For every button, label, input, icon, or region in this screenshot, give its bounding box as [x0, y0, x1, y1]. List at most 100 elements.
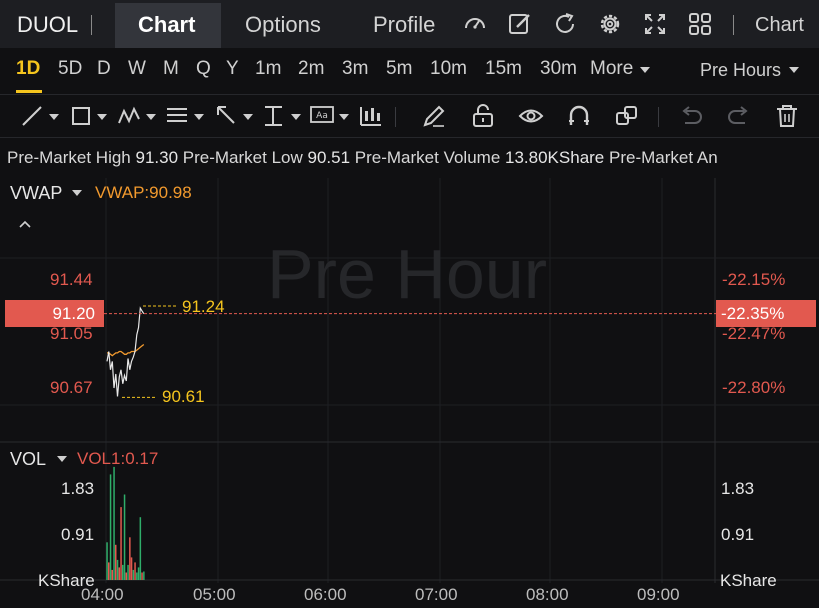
volume-bar: [120, 507, 122, 580]
divider: [658, 107, 659, 127]
price-lines: [106, 306, 145, 397]
text-tool-icon[interactable]: Aa: [309, 103, 353, 129]
layout-grid-icon[interactable]: [688, 12, 712, 36]
magnet-icon[interactable]: [566, 103, 592, 129]
price-tick-label: 91.05: [50, 324, 93, 343]
period-15m[interactable]: 15m: [485, 58, 522, 80]
volume-tick-label: 0.91: [61, 525, 95, 544]
active-period-underline: [16, 90, 42, 93]
session-selector[interactable]: Pre Hours: [700, 60, 781, 81]
vol-value: VOL1:0.17: [77, 449, 159, 468]
pre-market-high-label: Pre-Market High: [7, 148, 131, 167]
tab-options[interactable]: Options: [245, 0, 321, 48]
caret-down-icon[interactable]: [788, 66, 800, 74]
time-axis-label: 07:00: [415, 585, 458, 604]
current-price-badge: 91.20: [5, 300, 104, 327]
volume-bar: [113, 466, 115, 580]
percent-tick-label: -22.80%: [722, 378, 786, 397]
divider: [91, 15, 92, 35]
pre-market-volume-label: Pre-Market Volume: [354, 148, 501, 167]
current-percent-badge: -22.35%: [716, 300, 816, 327]
current-price-value: 91.20: [52, 304, 95, 323]
eye-icon[interactable]: [518, 103, 544, 129]
period-more[interactable]: More: [590, 58, 633, 80]
volume-bars: [106, 466, 145, 580]
refresh-icon[interactable]: [553, 12, 577, 36]
period-3m[interactable]: 3m: [342, 58, 368, 80]
volume-bar: [115, 544, 117, 580]
undo-icon[interactable]: [678, 103, 704, 129]
vol-indicator-label[interactable]: VOL: [10, 449, 46, 470]
pattern-tool-icon[interactable]: [118, 103, 162, 129]
volume-tick-label: 0.91: [721, 525, 755, 544]
pencil-icon[interactable]: [421, 103, 447, 129]
pre-market-volume-value: 13.80KShare: [505, 148, 605, 167]
rectangle-tool-icon[interactable]: [70, 103, 114, 129]
price-tick-label: 90.67: [50, 378, 93, 397]
pre-market-high-value: 91.30: [135, 148, 179, 167]
chart-mode-label[interactable]: Chart: [755, 0, 804, 48]
tab-profile[interactable]: Profile: [373, 0, 435, 48]
vwap-line: [107, 343, 145, 357]
time-axis-label: 08:00: [526, 585, 569, 604]
pre-market-more-label: Pre-Market An: [609, 148, 718, 167]
period-30m[interactable]: 30m: [540, 58, 577, 80]
vwap-indicator-label[interactable]: VWAP: [10, 183, 62, 204]
fibonacci-tool-icon[interactable]: [165, 103, 209, 129]
price-markers: [104, 305, 716, 398]
volume-tick-label: 1.83: [61, 479, 95, 498]
period-10m[interactable]: 10m: [430, 58, 467, 80]
copy-icon[interactable]: [614, 103, 640, 129]
volume-bar: [134, 562, 136, 580]
volume-bar: [109, 474, 112, 580]
volume-bar: [127, 564, 129, 580]
high-marker-label: 91.24: [182, 297, 225, 316]
vwap-value: VWAP:90.98: [95, 183, 192, 202]
arrow-tool-icon[interactable]: [214, 103, 258, 129]
period-1m[interactable]: 1m: [255, 58, 281, 80]
indicator-tool-icon[interactable]: [358, 103, 384, 129]
chevron-up-icon[interactable]: [18, 219, 32, 229]
caret-down-icon[interactable]: [71, 189, 83, 197]
ticker-symbol: DUOL: [17, 12, 79, 37]
time-axis-label: 04:00: [81, 585, 124, 604]
percent-tick-label: -22.15%: [722, 270, 786, 289]
edit-icon[interactable]: [508, 12, 532, 36]
caret-down-icon[interactable]: [639, 66, 651, 74]
redo-icon[interactable]: [726, 103, 752, 129]
unlock-icon[interactable]: [470, 103, 496, 129]
gauge-icon[interactable]: [463, 12, 487, 36]
volume-bar: [116, 559, 119, 580]
trash-icon[interactable]: [774, 103, 800, 129]
period-m[interactable]: M: [163, 58, 179, 80]
period-5m[interactable]: 5m: [386, 58, 412, 80]
period-1d[interactable]: 1D: [16, 58, 40, 80]
gear-icon[interactable]: [598, 12, 622, 36]
volume-bar: [139, 517, 142, 580]
period-y[interactable]: Y: [226, 58, 239, 80]
time-axis-label: 09:00: [637, 585, 680, 604]
trend-line-tool-icon[interactable]: [20, 103, 64, 129]
chart-canvas[interactable]: Pre Hour: [0, 178, 819, 608]
percent-tick-label: -22.47%: [722, 324, 786, 343]
volume-bar: [118, 567, 120, 580]
tab-chart[interactable]: Chart: [138, 0, 195, 48]
period-5d[interactable]: 5D: [58, 58, 82, 80]
measure-tool-icon[interactable]: [262, 103, 306, 129]
period-d[interactable]: D: [97, 58, 111, 80]
pre-market-low-value: 90.51: [307, 148, 351, 167]
volume-bar: [136, 572, 138, 580]
period-q[interactable]: Q: [196, 58, 211, 80]
pre-market-low-label: Pre-Market Low: [182, 148, 303, 167]
pre-market-info: Pre-Market High 91.30 Pre-Market Low 90.…: [7, 148, 718, 168]
volume-bar: [106, 542, 108, 580]
period-w[interactable]: W: [128, 58, 146, 80]
app-window: DUOL Chart Options Profile Chart 1D 5D D…: [0, 0, 819, 608]
caret-down-icon[interactable]: [56, 455, 68, 463]
volume-bar: [108, 562, 110, 580]
divider: [733, 15, 734, 35]
session-watermark: Pre Hour: [267, 235, 547, 313]
period-2m[interactable]: 2m: [298, 58, 324, 80]
chart-area[interactable]: Pre Hour VWAP VWAP:90.98 91.44 91.05 90.…: [0, 178, 819, 608]
fullscreen-icon[interactable]: [643, 12, 667, 36]
